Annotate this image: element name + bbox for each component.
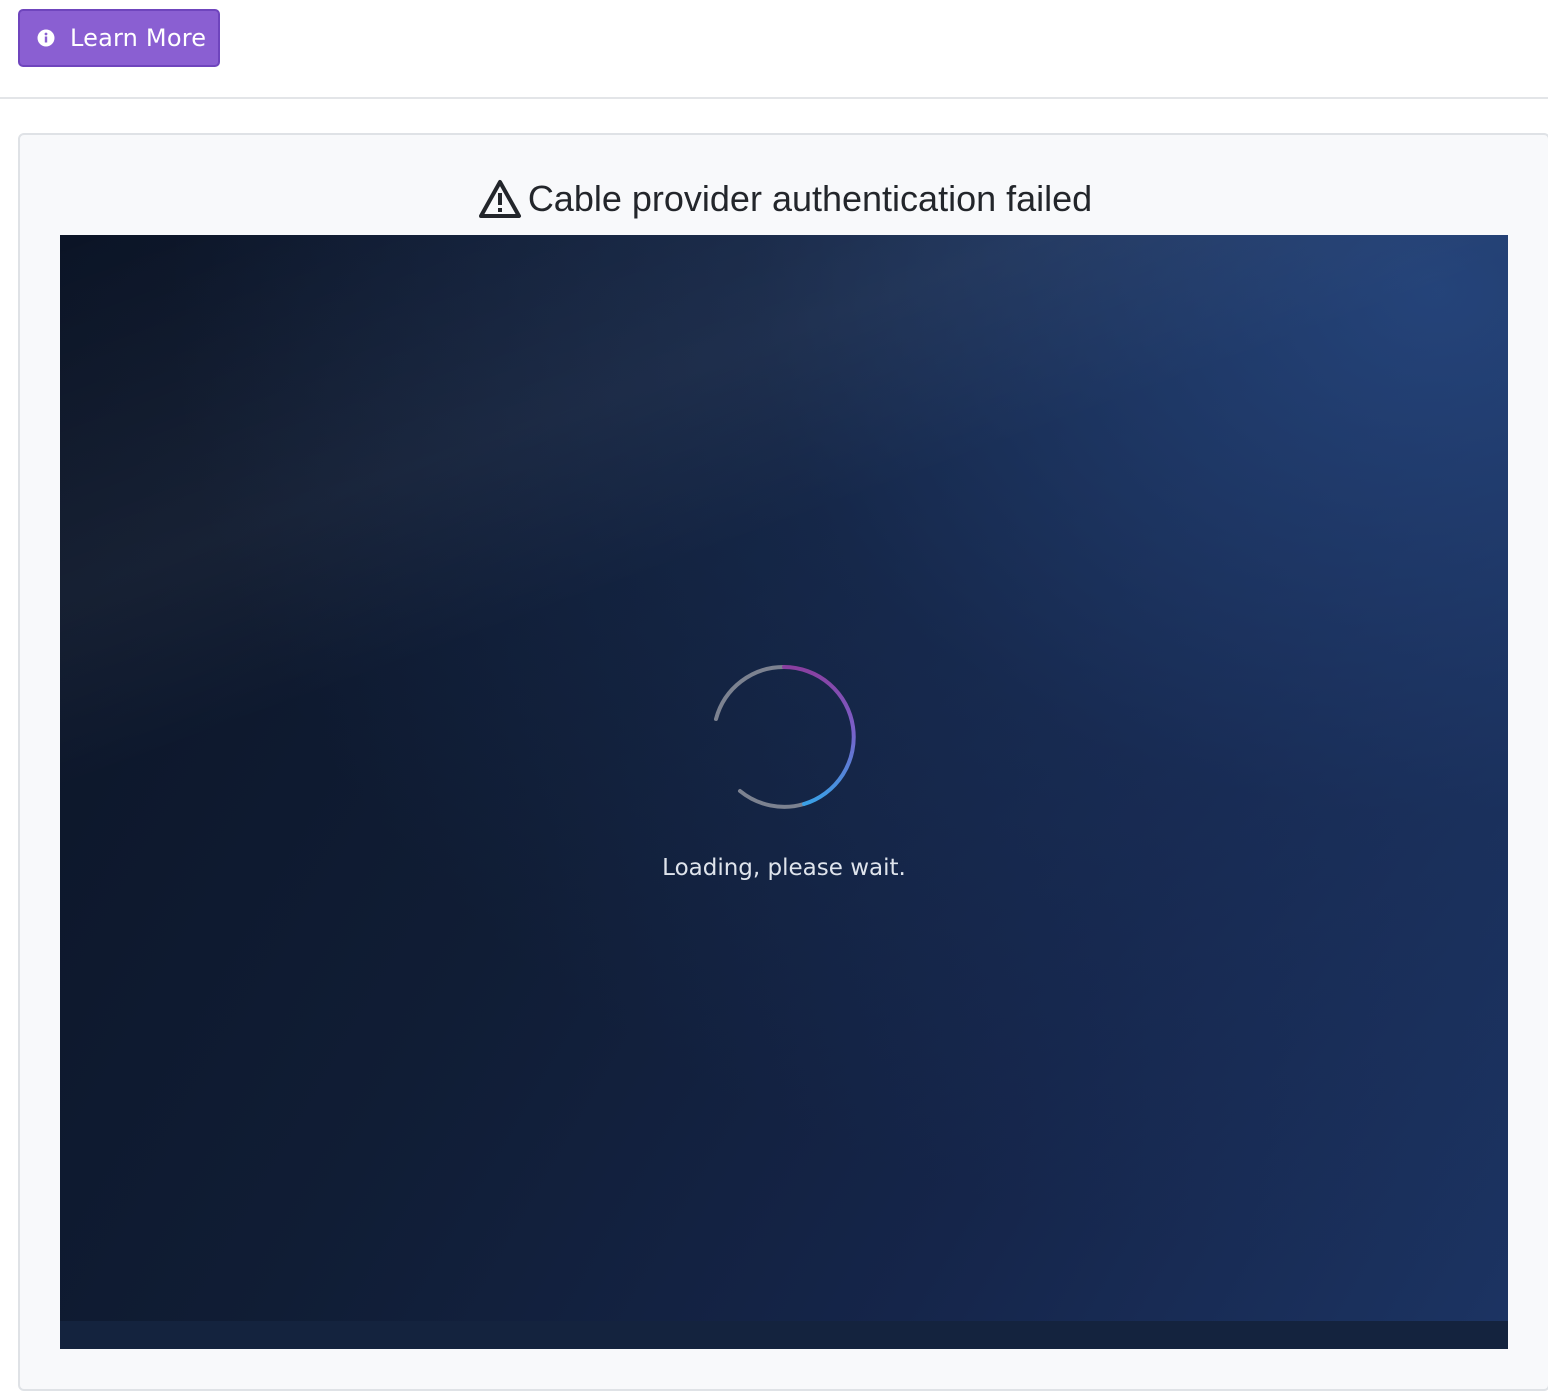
loading-spinner-icon bbox=[714, 664, 856, 809]
loading-message: Loading, please wait. bbox=[662, 855, 906, 881]
panel-title: Cable provider authentication failed bbox=[20, 175, 1548, 223]
player-control-bar bbox=[60, 1321, 1508, 1349]
info-circle-icon bbox=[37, 29, 55, 47]
error-panel: Cable provider authentication failed Loa… bbox=[18, 133, 1548, 1391]
warning-triangle-icon bbox=[478, 180, 521, 218]
video-player[interactable]: Loading, please wait. bbox=[60, 235, 1508, 1349]
top-toolbar: Learn More bbox=[0, 0, 1548, 99]
learn-more-label: Learn More bbox=[70, 24, 207, 52]
error-title: Cable provider authentication failed bbox=[527, 178, 1093, 219]
learn-more-button[interactable]: Learn More bbox=[18, 9, 220, 67]
